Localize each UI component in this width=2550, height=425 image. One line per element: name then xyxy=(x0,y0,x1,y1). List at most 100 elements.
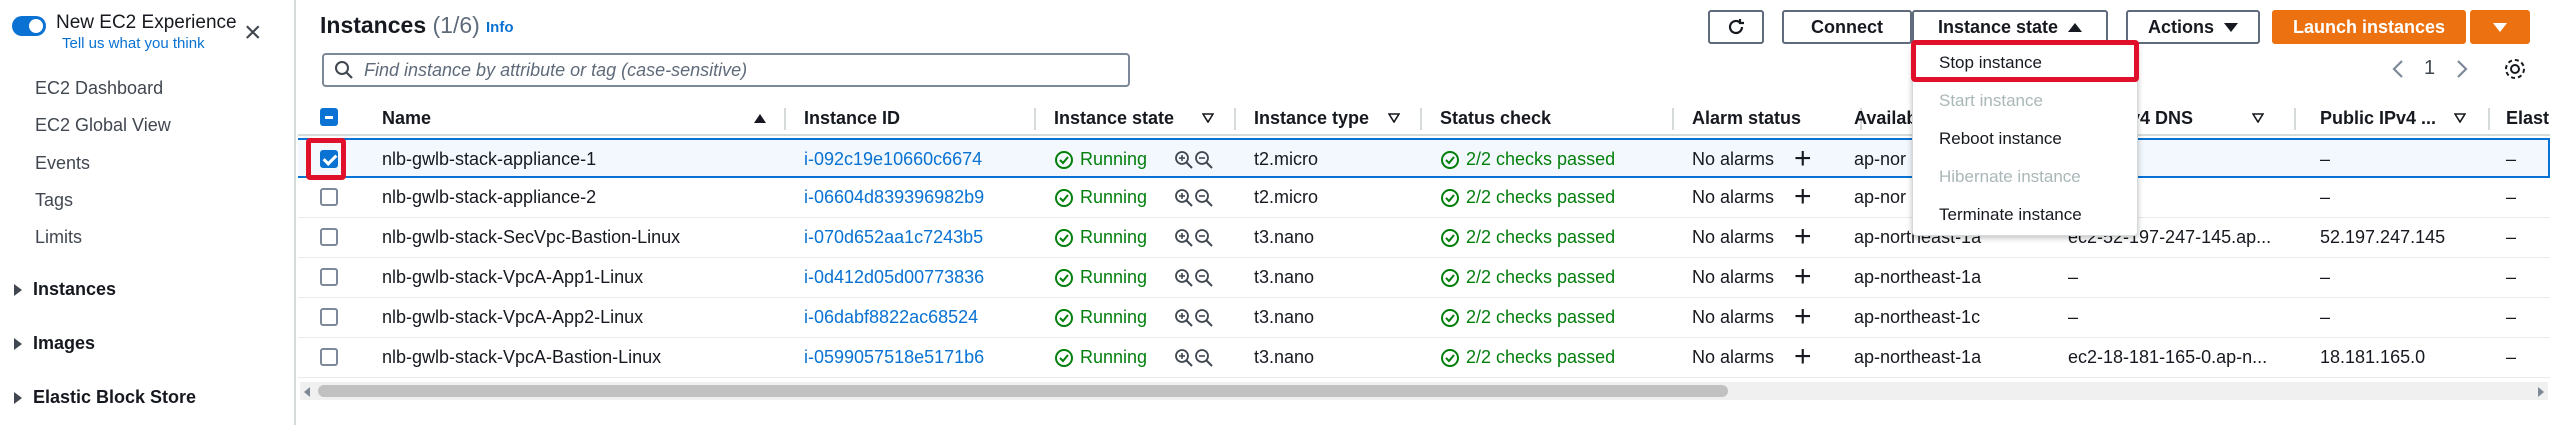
cell-instance-id[interactable]: i-0d412d05d00773836 xyxy=(804,267,984,288)
zoom-out-icon[interactable] xyxy=(1194,228,1214,248)
sidebar-group-instances[interactable]: Instances xyxy=(14,279,116,300)
cell-instance-id[interactable]: i-092c19e10660c6674 xyxy=(804,149,982,170)
toggle-title: New EC2 Experience xyxy=(56,12,237,33)
table-row[interactable]: nlb-gwlb-stack-VpcA-App1-Linux i-0d412d05… xyxy=(298,258,2550,298)
cell-instance-id[interactable]: i-070d652aa1c7243b5 xyxy=(804,227,983,248)
cell-elastic-ip: – xyxy=(2506,347,2517,367)
zoom-in-icon[interactable] xyxy=(1174,268,1194,288)
instance-state-button[interactable]: Instance state xyxy=(1912,10,2108,44)
actions-button[interactable]: Actions xyxy=(2126,10,2260,44)
zoom-out-icon[interactable] xyxy=(1194,348,1214,368)
column-divider[interactable] xyxy=(1420,108,1422,130)
column-header-name[interactable]: Name xyxy=(382,108,431,129)
zoom-out-icon[interactable] xyxy=(1194,188,1214,208)
scrollbar-thumb[interactable] xyxy=(318,385,1728,397)
zoom-in-icon[interactable] xyxy=(1174,308,1194,328)
cell-instance-state: Running xyxy=(1054,307,1147,328)
sidebar-item-limits[interactable]: Limits xyxy=(35,227,82,248)
column-divider[interactable] xyxy=(2294,108,2296,130)
sort-ascending-icon[interactable] xyxy=(754,114,766,123)
column-header-elastic-ip[interactable]: Elasti xyxy=(2506,108,2550,129)
column-header-alarm-status[interactable]: Alarm status xyxy=(1692,108,1801,129)
column-header-availability-zone[interactable]: Availab xyxy=(1854,108,1917,129)
cell-instance-id[interactable]: i-06604d839396982b9 xyxy=(804,187,984,208)
table-row[interactable]: nlb-gwlb-stack-SecVpc-Bastion-Linux i-070… xyxy=(298,218,2550,258)
cell-availability-zone: ap-northeast-1a xyxy=(1854,267,1982,287)
cell-instance-id[interactable]: i-06dabf8822ac68524 xyxy=(804,307,978,328)
status-check-text: 2/2 checks passed xyxy=(1466,347,1616,367)
feedback-link[interactable]: Tell us what you think xyxy=(62,34,237,54)
cell-alarm-status: No alarms xyxy=(1692,187,1775,207)
filter-icon[interactable] xyxy=(2252,113,2264,123)
table-row[interactable]: nlb-gwlb-stack-VpcA-Bastion-Linux i-05990… xyxy=(298,338,2550,378)
zoom-out-icon[interactable] xyxy=(1194,308,1214,328)
status-check-text: 2/2 checks passed xyxy=(1466,307,1616,327)
cell-instance-type: t3.nano xyxy=(1254,307,1315,327)
launch-options-button[interactable] xyxy=(2470,10,2530,44)
add-alarm-icon[interactable]: + xyxy=(1794,302,1812,332)
row-checkbox[interactable] xyxy=(320,228,338,246)
filter-icon[interactable] xyxy=(1388,113,1400,123)
row-checkbox[interactable] xyxy=(320,308,338,326)
row-checkbox[interactable] xyxy=(320,348,338,366)
column-header-public-ipv4-address[interactable]: Public IPv4 ... xyxy=(2320,108,2436,129)
refresh-button[interactable] xyxy=(1708,10,1764,44)
scroll-left-icon[interactable] xyxy=(304,387,310,397)
table-row[interactable]: nlb-gwlb-stack-appliance-2 i-06604d839396… xyxy=(298,178,2550,218)
scroll-right-icon[interactable] xyxy=(2538,387,2544,397)
filter-icon[interactable] xyxy=(2454,113,2466,123)
sidebar-group-images[interactable]: Images xyxy=(14,333,95,354)
column-divider[interactable] xyxy=(1234,108,1236,130)
menu-item-terminate-instance[interactable]: Terminate instance xyxy=(1939,205,2082,225)
next-page-icon[interactable] xyxy=(2452,58,2472,80)
column-header-instance-state[interactable]: Instance state xyxy=(1054,108,1174,129)
column-header-instance-type[interactable]: Instance type xyxy=(1254,108,1369,129)
filter-icon[interactable] xyxy=(1202,113,1214,123)
select-all-checkbox[interactable] xyxy=(320,108,338,126)
table-row[interactable]: nlb-gwlb-stack-appliance-1 i-092c19e10660… xyxy=(298,138,2550,178)
table-row[interactable]: nlb-gwlb-stack-VpcA-App2-Linux i-06dabf88… xyxy=(298,298,2550,338)
connect-button[interactable]: Connect xyxy=(1782,10,1912,44)
cell-availability-zone: ap-nor xyxy=(1854,187,1907,207)
cell-status-check: 2/2 checks passed xyxy=(1440,187,1615,208)
new-experience-toggle[interactable] xyxy=(12,16,46,36)
close-icon[interactable]: × xyxy=(244,18,262,48)
column-divider[interactable] xyxy=(2488,108,2490,130)
previous-page-icon[interactable] xyxy=(2388,58,2408,80)
zoom-in-icon[interactable] xyxy=(1174,228,1194,248)
column-header-status-check[interactable]: Status check xyxy=(1440,108,1551,129)
add-alarm-icon[interactable]: + xyxy=(1794,182,1812,212)
sidebar-item-ec2-dashboard[interactable]: EC2 Dashboard xyxy=(35,78,163,99)
column-divider[interactable] xyxy=(784,108,786,130)
sidebar-group-label: Instances xyxy=(33,279,117,299)
sidebar-item-tags[interactable]: Tags xyxy=(35,190,73,211)
add-alarm-icon[interactable]: + xyxy=(1794,144,1812,174)
add-alarm-icon[interactable]: + xyxy=(1794,342,1812,372)
cell-name: nlb-gwlb-stack-VpcA-App1-Linux xyxy=(382,267,644,287)
launch-instances-button[interactable]: Launch instances xyxy=(2272,10,2466,44)
zoom-in-icon[interactable] xyxy=(1174,348,1194,368)
sidebar-group-elastic-block-store[interactable]: Elastic Block Store xyxy=(14,387,196,408)
row-checkbox[interactable] xyxy=(320,268,338,286)
row-checkbox[interactable] xyxy=(320,188,338,206)
sidebar-item-ec2-global-view[interactable]: EC2 Global View xyxy=(35,115,171,136)
add-alarm-icon[interactable]: + xyxy=(1794,222,1812,252)
page-number[interactable]: 1 xyxy=(2424,57,2435,80)
column-header-instance-id[interactable]: Instance ID xyxy=(804,108,900,129)
menu-item-reboot-instance[interactable]: Reboot instance xyxy=(1939,129,2062,149)
add-alarm-icon[interactable]: + xyxy=(1794,262,1812,292)
cell-instance-id[interactable]: i-0599057518e5171b6 xyxy=(804,347,984,368)
zoom-in-icon[interactable] xyxy=(1174,150,1194,170)
search-input[interactable]: Find instance by attribute or tag (case-… xyxy=(322,53,1130,87)
sidebar-item-events[interactable]: Events xyxy=(35,153,90,174)
running-check-icon xyxy=(1055,308,1073,327)
gear-icon[interactable] xyxy=(2502,56,2528,82)
zoom-in-icon[interactable] xyxy=(1174,188,1194,208)
info-link[interactable]: Info xyxy=(486,19,514,36)
cell-name: nlb-gwlb-stack-appliance-2 xyxy=(382,187,597,207)
column-divider[interactable] xyxy=(1034,108,1036,130)
horizontal-scrollbar[interactable] xyxy=(300,382,2548,400)
zoom-out-icon[interactable] xyxy=(1194,150,1214,170)
zoom-out-icon[interactable] xyxy=(1194,268,1214,288)
column-divider[interactable] xyxy=(1672,108,1674,130)
